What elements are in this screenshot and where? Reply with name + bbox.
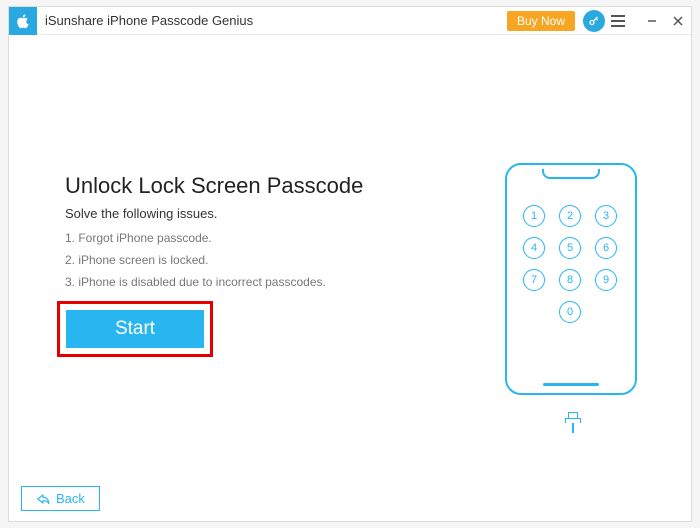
close-button[interactable] (665, 7, 691, 35)
start-button[interactable]: Start (66, 310, 204, 348)
minimize-button[interactable] (639, 7, 665, 35)
phone-notch-icon (542, 169, 600, 179)
back-arrow-icon (36, 493, 50, 505)
back-button[interactable]: Back (21, 486, 100, 511)
content-area: Unlock Lock Screen Passcode Solve the fo… (9, 35, 691, 521)
phone-body-icon: 1 2 3 4 5 6 7 8 9 0 (505, 163, 637, 395)
home-indicator-icon (543, 383, 599, 386)
keypad-digit: 2 (559, 205, 581, 227)
titlebar: iSunshare iPhone Passcode Genius Buy Now (9, 7, 691, 35)
app-title: iSunshare iPhone Passcode Genius (45, 13, 507, 28)
keypad-digit: 7 (523, 269, 545, 291)
issue-item: 1. Forgot iPhone passcode. (65, 227, 326, 249)
keypad-digit: 0 (559, 301, 581, 323)
issues-list: 1. Forgot iPhone passcode. 2. iPhone scr… (65, 227, 326, 293)
back-label: Back (56, 491, 85, 506)
start-highlight-box: Start (57, 301, 213, 357)
keypad-digit: 8 (559, 269, 581, 291)
keypad-digit: 4 (523, 237, 545, 259)
app-logo-icon (9, 7, 37, 35)
app-window: iSunshare iPhone Passcode Genius Buy Now… (8, 6, 692, 522)
page-subtitle: Solve the following issues. (65, 206, 217, 221)
key-icon[interactable] (583, 10, 605, 32)
keypad-digit: 1 (523, 205, 545, 227)
issue-item: 3. iPhone is disabled due to incorrect p… (65, 271, 326, 293)
keypad-digit: 6 (595, 237, 617, 259)
cable-icon (565, 412, 581, 433)
phone-keypad-icon: 1 2 3 4 5 6 7 8 9 0 (523, 205, 619, 323)
keypad-digit: 5 (559, 237, 581, 259)
issue-item: 2. iPhone screen is locked. (65, 249, 326, 271)
phone-illustration: 1 2 3 4 5 6 7 8 9 0 (505, 163, 641, 415)
buy-now-button[interactable]: Buy Now (507, 11, 575, 31)
keypad-digit: 9 (595, 269, 617, 291)
menu-icon[interactable] (611, 11, 631, 31)
keypad-digit: 3 (595, 205, 617, 227)
page-title: Unlock Lock Screen Passcode (65, 173, 363, 199)
